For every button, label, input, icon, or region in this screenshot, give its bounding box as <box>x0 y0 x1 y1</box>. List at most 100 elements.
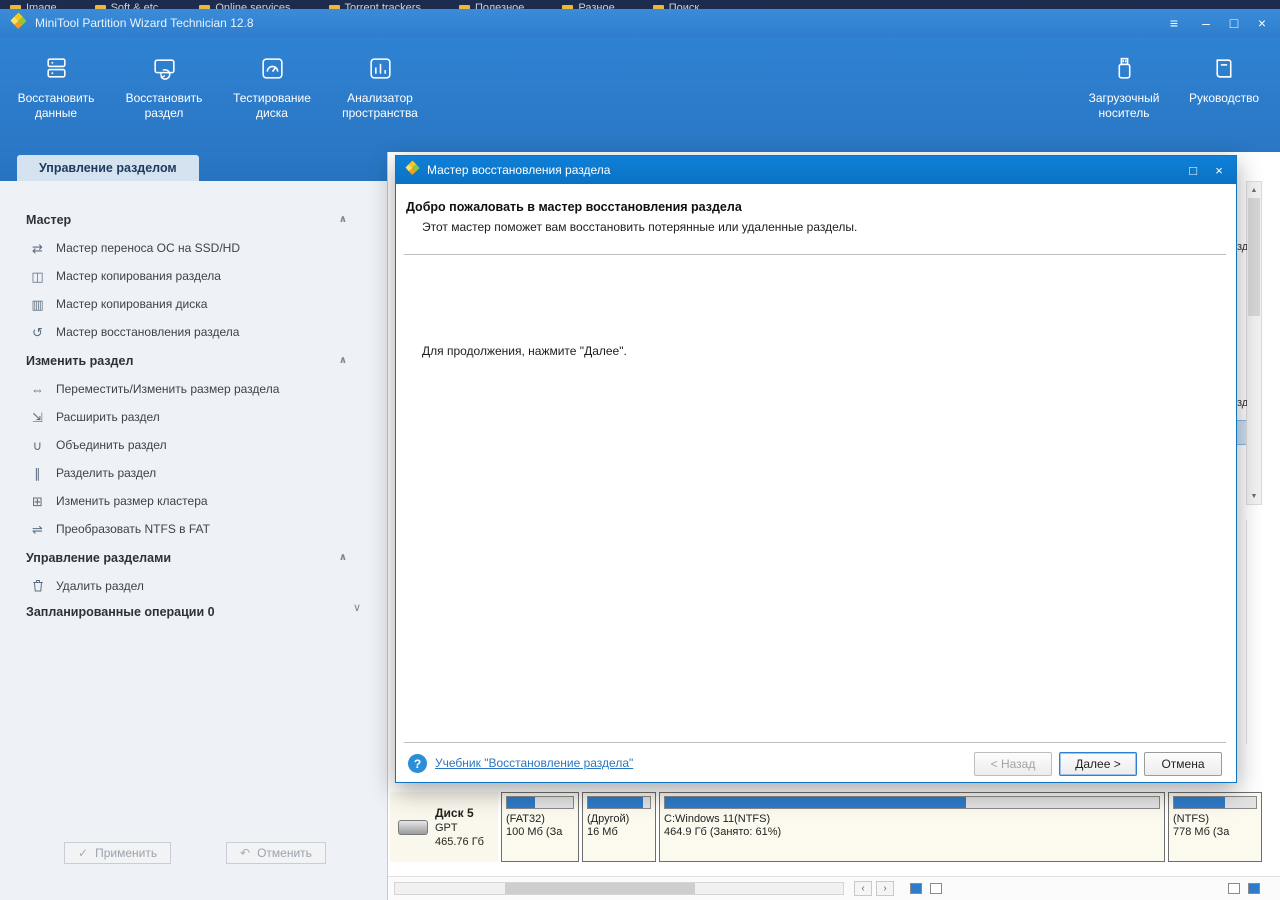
sidebar-item-convert-ntfs[interactable]: ⇌ Преобразовать NTFS в FAT <box>26 515 387 543</box>
bookmark-label: Soft & etc. <box>110 2 162 9</box>
clipped-text-fragment: зде <box>1237 241 1247 253</box>
bookmark-item[interactable]: Soft & etc. <box>94 2 162 9</box>
partition-name: (FAT32) <box>506 813 545 825</box>
menu-icon[interactable]: ≡ <box>1160 12 1188 34</box>
partition-block-c-drive[interactable]: C:Windows 11(NTFS) 464.9 Гб (Занято: 61%… <box>659 792 1165 862</box>
undo-label: Отменить <box>257 846 312 860</box>
sidebar-item-copy-partition[interactable]: ◫ Мастер копирования раздела <box>26 262 387 290</box>
bookmark-item[interactable]: Полезное <box>458 2 524 9</box>
caret-up-icon[interactable]: ∧ <box>339 214 347 225</box>
page-left-icon[interactable]: ‹ <box>854 881 872 896</box>
sidebar-item-cluster-size[interactable]: ⊞ Изменить размер кластера <box>26 487 387 515</box>
partition-block[interactable]: (FAT32) 100 Мб (За <box>501 792 579 862</box>
recover-data-icon <box>43 55 70 82</box>
sidebar-item-extend[interactable]: ⇲ Расширить раздел <box>26 403 387 431</box>
toolbar-recover-data-button[interactable]: Восстановить данные <box>2 51 110 121</box>
tab-partition-management[interactable]: Управление разделом <box>17 155 199 181</box>
bottom-status-strip: ‹ › <box>388 876 1280 900</box>
legend-swatch <box>1228 883 1240 894</box>
disk-test-icon <box>259 55 286 82</box>
vertical-scrollbar[interactable]: ▲ ▼ <box>1246 181 1262 505</box>
close-button[interactable]: × <box>1248 12 1276 34</box>
toolbar-recover-partition-button[interactable]: Восстановить раздел <box>110 51 218 121</box>
item-label: Расширить раздел <box>56 410 160 424</box>
scroll-down-icon[interactable]: ▼ <box>1247 489 1261 503</box>
section-title: Управление разделами <box>26 550 172 565</box>
partition-info: 464.9 Гб (Занято: 61%) <box>664 826 782 838</box>
horizontal-scrollbar[interactable] <box>394 882 844 895</box>
partition-info: 16 Мб <box>587 826 618 838</box>
app-title: MiniTool Partition Wizard Technician 12.… <box>35 16 254 30</box>
toolbar-space-analyzer-button[interactable]: Анализатор пространства <box>326 51 434 121</box>
partition-block[interactable]: (NTFS) 778 Мб (За <box>1168 792 1262 862</box>
pending-operations-label: Запланированные операции 0 <box>26 605 215 619</box>
item-label: Преобразовать NTFS в FAT <box>56 522 210 536</box>
bookmark-item[interactable]: Torrent trackers <box>328 2 421 9</box>
sidebar-bottom-bar: ✓ Применить ↶ Отменить <box>0 840 387 900</box>
scrollbar-thumb[interactable] <box>1248 198 1260 316</box>
section-wizard[interactable]: Мастер ∧ <box>26 205 387 234</box>
cancel-button[interactable]: Отмена <box>1144 752 1222 776</box>
sidebar-tab-strip: Управление разделом <box>0 152 387 181</box>
partition-block[interactable]: (Другой) 16 Мб <box>582 792 656 862</box>
panel-edge-line <box>1246 520 1247 744</box>
tutorial-link[interactable]: Учебник "Восстановление раздела" <box>435 756 633 770</box>
item-label: Разделить раздел <box>56 466 157 480</box>
partition-usage-bar <box>587 796 651 809</box>
item-label: Удалить раздел <box>56 579 144 593</box>
copy-partition-icon: ◫ <box>31 268 44 284</box>
dialog-body-text: Для продолжения, нажмите "Далее". <box>422 344 627 358</box>
scrollbar-thumb[interactable] <box>505 883 695 894</box>
partition-recovery-icon: ↺ <box>32 324 43 340</box>
toolbar-label: Анализатор пространства <box>342 91 418 120</box>
bookmark-item[interactable]: Разное <box>562 2 615 9</box>
page-right-icon[interactable]: › <box>876 881 894 896</box>
guide-icon <box>1211 55 1238 82</box>
sidebar-item-migrate-os[interactable]: ⇄ Мастер переноса ОС на SSD/HD <box>26 234 387 262</box>
section-manage-partitions[interactable]: Управление разделами ∧ <box>26 543 387 572</box>
cluster-size-icon: ⊞ <box>32 493 43 509</box>
bookmark-item[interactable]: Online services <box>199 2 291 9</box>
dialog-maximize-button[interactable]: □ <box>1180 159 1206 181</box>
disk-type: GPT <box>435 822 458 834</box>
sidebar-scroll-down-icon[interactable]: ∨ <box>353 601 361 614</box>
toolbar: Восстановить данные Восстановить раздел <box>0 37 1280 152</box>
migrate-os-icon: ⇄ <box>32 240 43 256</box>
toolbar-label: Руководство <box>1188 91 1260 105</box>
app-titlebar: MiniTool Partition Wizard Technician 12.… <box>0 9 1280 37</box>
help-icon[interactable]: ? <box>408 754 427 773</box>
maximize-button[interactable]: □ <box>1220 12 1248 34</box>
sidebar-item-copy-disk[interactable]: ▥ Мастер копирования диска <box>26 290 387 318</box>
app-logo-icon <box>10 12 27 34</box>
legend-used-swatch <box>910 883 922 894</box>
split-partition-icon: ∥ <box>34 465 41 481</box>
back-button[interactable]: < Назад <box>974 752 1052 776</box>
bookmark-item[interactable]: Image <box>10 2 57 9</box>
disk-name: Диск 5 <box>435 806 474 820</box>
disk-label-cell[interactable]: Диск 5 GPT 465.76 Гб <box>390 792 498 862</box>
dialog-close-button[interactable]: × <box>1206 159 1232 181</box>
item-label: Объединить раздел <box>56 438 167 452</box>
section-modify-partition[interactable]: Изменить раздел ∧ <box>26 346 387 375</box>
usage-fill <box>588 797 643 808</box>
undo-button[interactable]: ↶ Отменить <box>226 842 326 864</box>
toolbar-bootable-media-button[interactable]: Загрузочный носитель <box>1074 51 1174 121</box>
scroll-up-icon[interactable]: ▲ <box>1247 183 1261 197</box>
usage-fill <box>1174 797 1225 808</box>
sidebar-item-partition-recovery[interactable]: ↺ Мастер восстановления раздела <box>26 318 387 346</box>
toolbar-guide-button[interactable]: Руководство <box>1174 51 1274 121</box>
sidebar-item-split[interactable]: ∥ Разделить раздел <box>26 459 387 487</box>
caret-up-icon[interactable]: ∧ <box>339 355 347 366</box>
sidebar-item-delete-partition[interactable]: Удалить раздел <box>26 572 387 600</box>
toolbar-disk-test-button[interactable]: Тестирование диска <box>218 51 326 121</box>
apply-button[interactable]: ✓ Применить <box>64 842 172 864</box>
next-button[interactable]: Далее > <box>1059 752 1137 776</box>
minimize-button[interactable]: – <box>1192 12 1220 34</box>
sidebar-item-merge[interactable]: ∪ Объединить раздел <box>26 431 387 459</box>
sidebar-item-move-resize[interactable]: ⇔ Переместить/Изменить размер раздела <box>26 375 387 403</box>
caret-up-icon[interactable]: ∧ <box>339 552 347 563</box>
item-label: Переместить/Изменить размер раздела <box>56 382 280 396</box>
bookmark-item[interactable]: Поиск <box>652 2 699 9</box>
dialog-logo-icon <box>405 160 420 180</box>
item-label: Мастер переноса ОС на SSD/HD <box>56 241 240 255</box>
